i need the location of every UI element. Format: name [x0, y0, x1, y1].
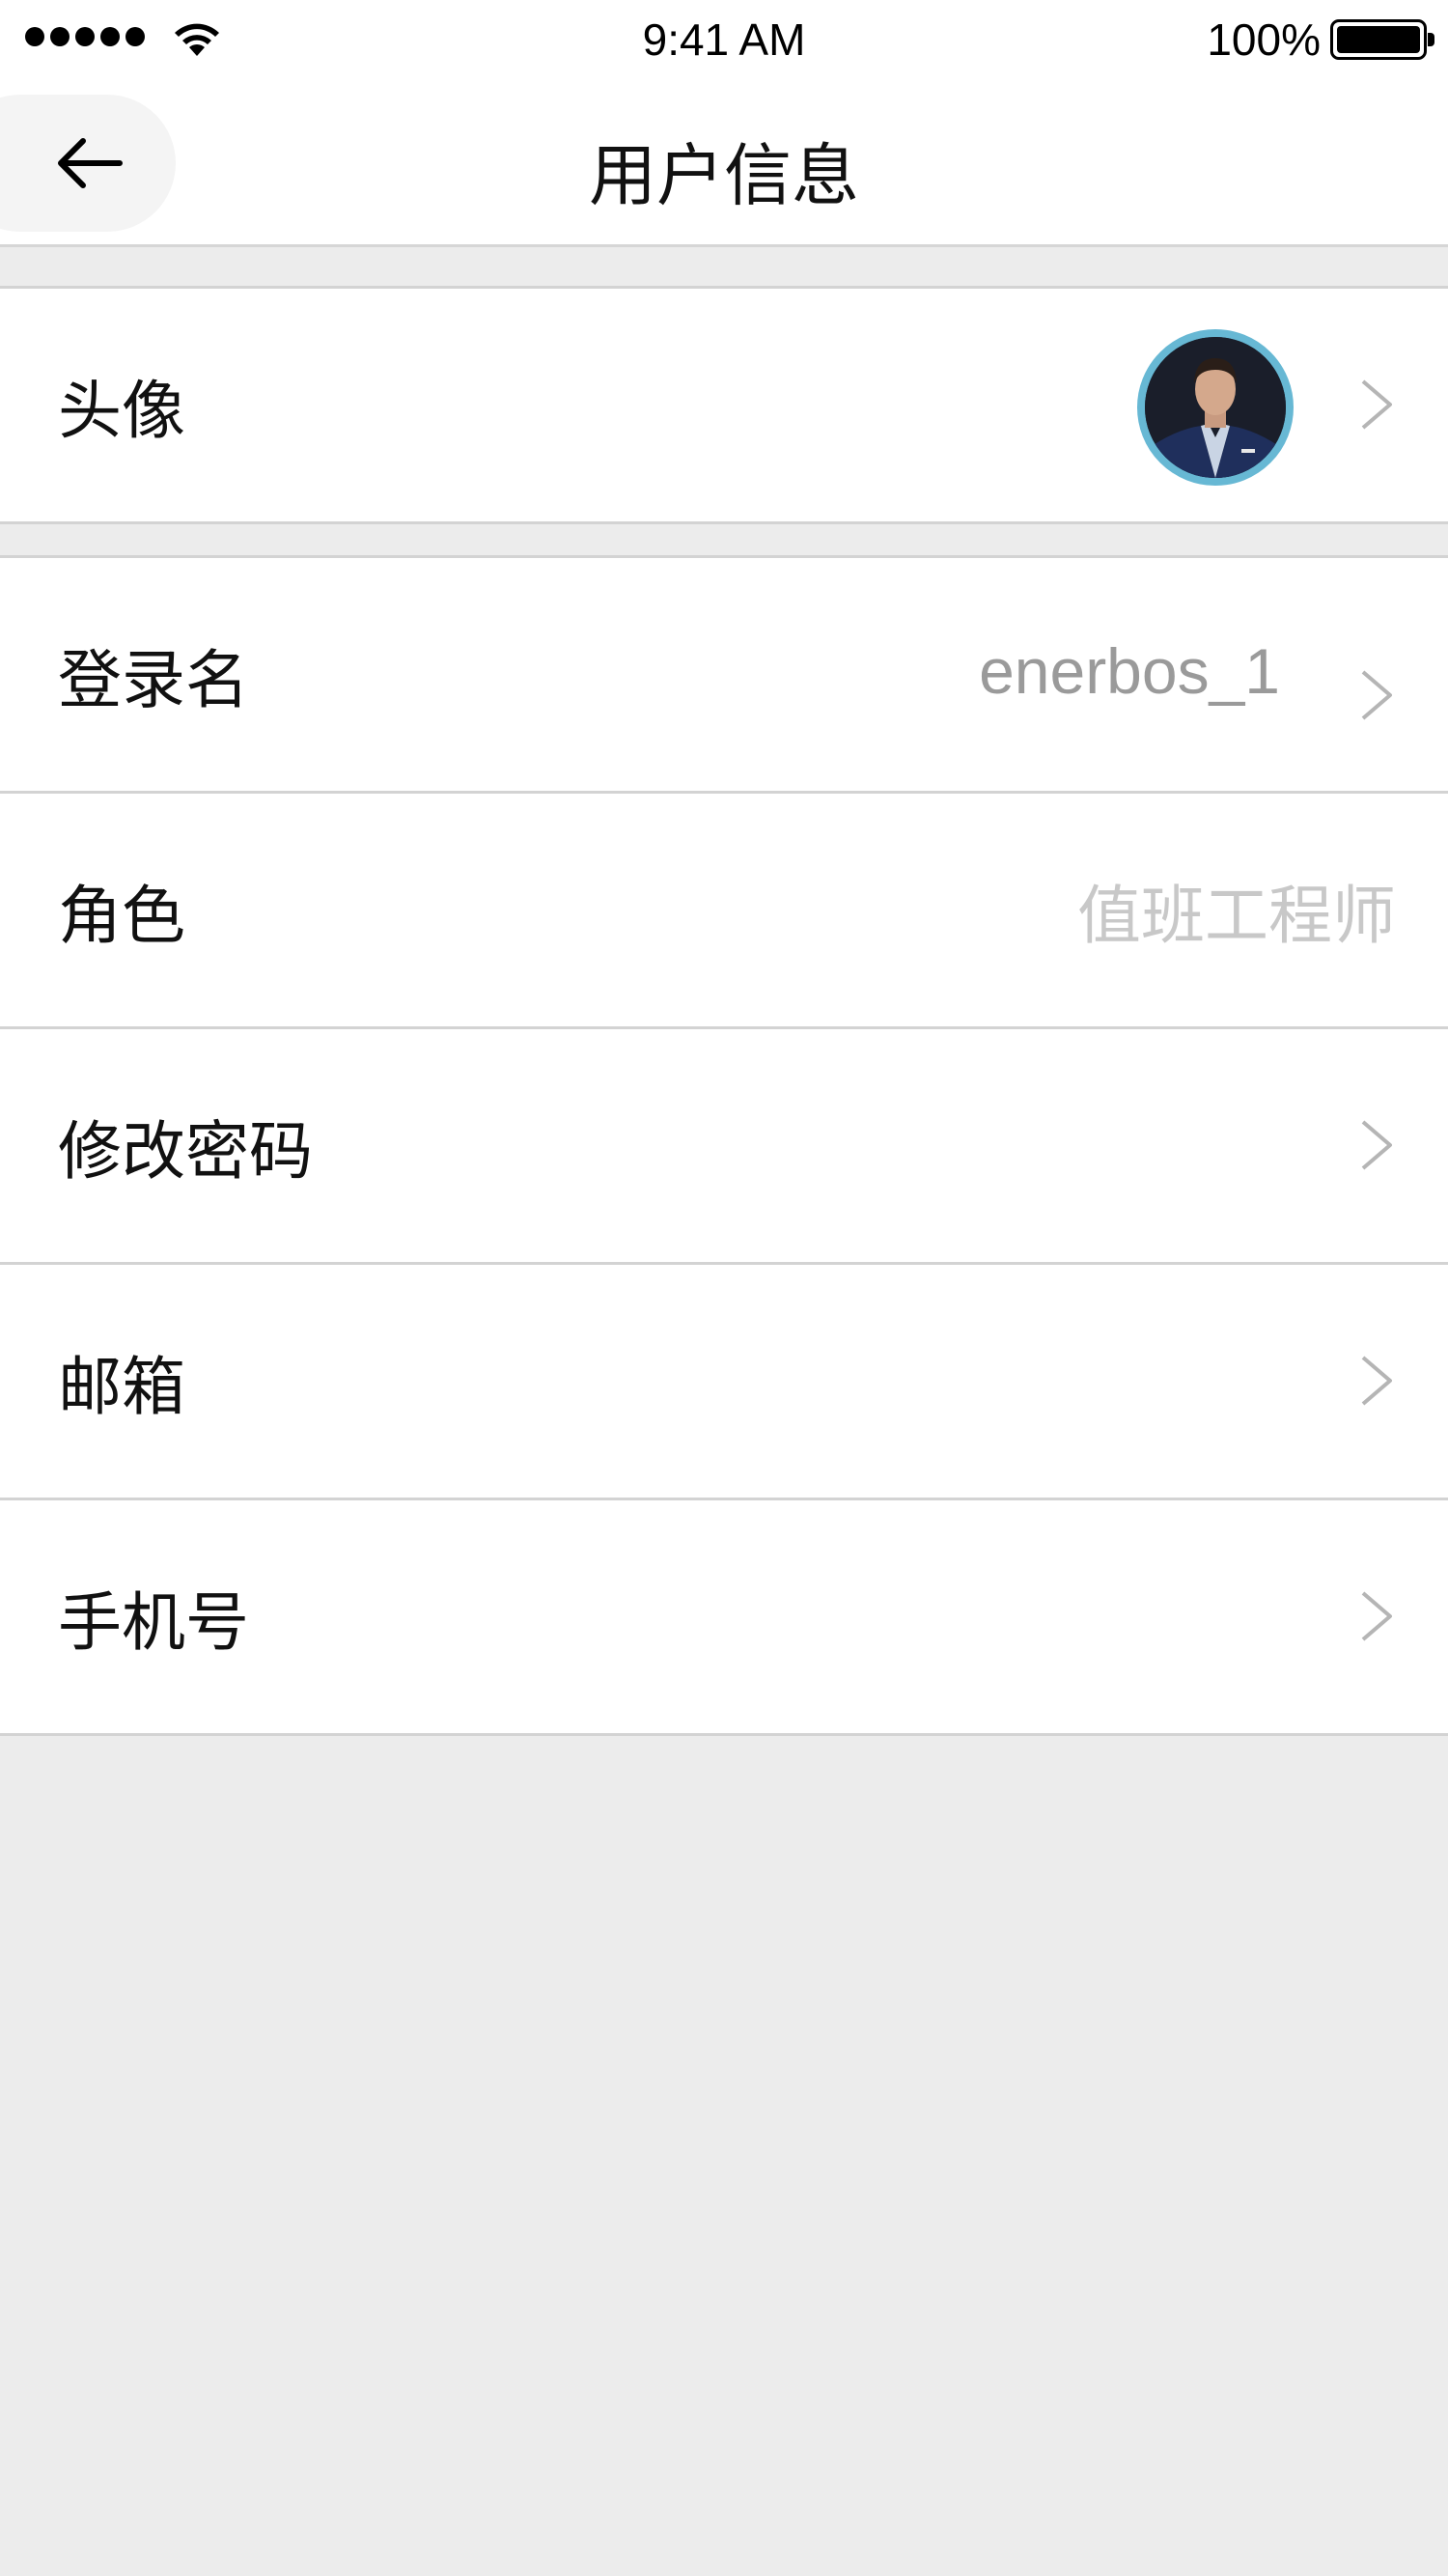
row-login-name-label: 登录名: [58, 642, 249, 717]
row-phone-label: 手机号: [58, 1584, 249, 1660]
row-login-name[interactable]: 登录名 enerbos_1: [0, 558, 1448, 791]
divider: [0, 521, 1448, 524]
chevron-right-icon: [1361, 1356, 1392, 1406]
chevron-right-icon: [1361, 1591, 1392, 1641]
battery-icon: [1330, 19, 1434, 60]
row-avatar-label: 头像: [58, 373, 185, 448]
row-email[interactable]: 邮箱: [0, 1265, 1448, 1498]
role-value: 值班工程师: [1077, 878, 1396, 953]
row-avatar[interactable]: 头像: [0, 289, 1448, 521]
chevron-right-icon: [1361, 1120, 1392, 1170]
page-title: 用户信息: [589, 136, 859, 215]
row-phone[interactable]: 手机号: [0, 1500, 1448, 1733]
avatar-photo: [1145, 337, 1286, 478]
row-change-password-label: 修改密码: [58, 1113, 313, 1189]
status-bar: 9:41 AM 100%: [0, 0, 1448, 85]
row-email-label: 邮箱: [58, 1349, 185, 1424]
battery-percent: 100%: [1207, 14, 1321, 65]
row-role: 角色 值班工程师: [0, 794, 1448, 1026]
nav-bar: 用户信息: [0, 85, 1448, 247]
chevron-right-icon: [1361, 670, 1392, 720]
chevron-right-icon: [1361, 379, 1392, 430]
row-change-password[interactable]: 修改密码: [0, 1029, 1448, 1262]
row-role-label: 角色: [58, 878, 185, 953]
avatar[interactable]: [1137, 329, 1294, 486]
divider: [0, 1733, 1448, 1736]
login-name-value: enerbos_1: [979, 634, 1280, 707]
